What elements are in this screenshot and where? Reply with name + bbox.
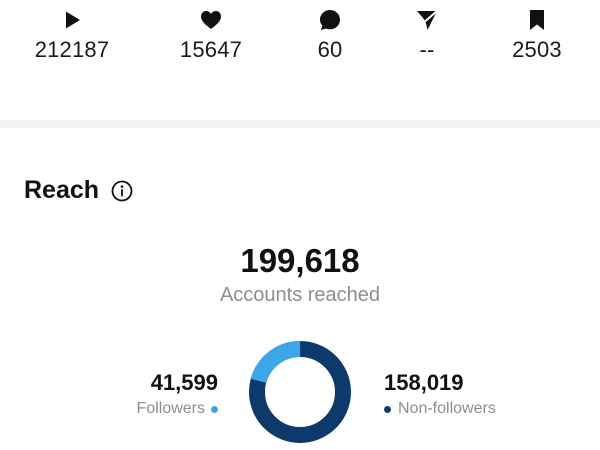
section-divider — [0, 120, 600, 128]
accounts-reached-label: Accounts reached — [219, 284, 381, 306]
bookmark-icon — [525, 8, 549, 32]
metric-plays[interactable]: 212187 — [17, 8, 127, 63]
metric-plays-value: 212187 — [34, 37, 110, 62]
non-followers-legend: Non-followers — [384, 400, 564, 418]
play-icon — [60, 8, 84, 32]
metric-comments-value: 60 — [317, 37, 343, 62]
followers-value: 41,599 — [150, 370, 218, 395]
non-followers-value: 158,019 — [384, 370, 464, 395]
non-followers-label: Non-followers — [398, 400, 496, 417]
share-icon — [415, 8, 439, 32]
accounts-reached-total: 199,618 — [240, 242, 360, 279]
metric-shares-value: -- — [419, 37, 435, 62]
reach-donut-chart — [249, 341, 351, 444]
metric-likes[interactable]: 15647 — [156, 8, 266, 63]
info-icon[interactable] — [111, 180, 133, 202]
followers-stat: 41,599 Followers — [100, 370, 218, 418]
non-followers-dot — [384, 405, 391, 413]
reach-title: Reach — [24, 176, 100, 204]
followers-label: Followers — [136, 400, 205, 417]
non-followers-stat: 158,019 Non-followers — [384, 370, 564, 418]
heart-icon — [199, 8, 223, 32]
engagement-metrics: 212187 15647 60 -- 2503 — [0, 0, 600, 120]
reach-header: Reach — [24, 176, 133, 205]
metric-comments[interactable]: 60 — [275, 8, 385, 63]
followers-legend: Followers — [100, 400, 218, 418]
comment-icon — [318, 8, 342, 32]
insights-page: 212187 15647 60 -- 2503 Reach 199,618 Ac… — [0, 0, 600, 450]
metric-saves-value: 2503 — [512, 37, 562, 62]
metric-saves[interactable]: 2503 — [482, 8, 592, 63]
followers-dot — [211, 405, 218, 413]
metric-likes-value: 15647 — [179, 37, 243, 62]
metric-shares[interactable]: -- — [372, 8, 482, 63]
